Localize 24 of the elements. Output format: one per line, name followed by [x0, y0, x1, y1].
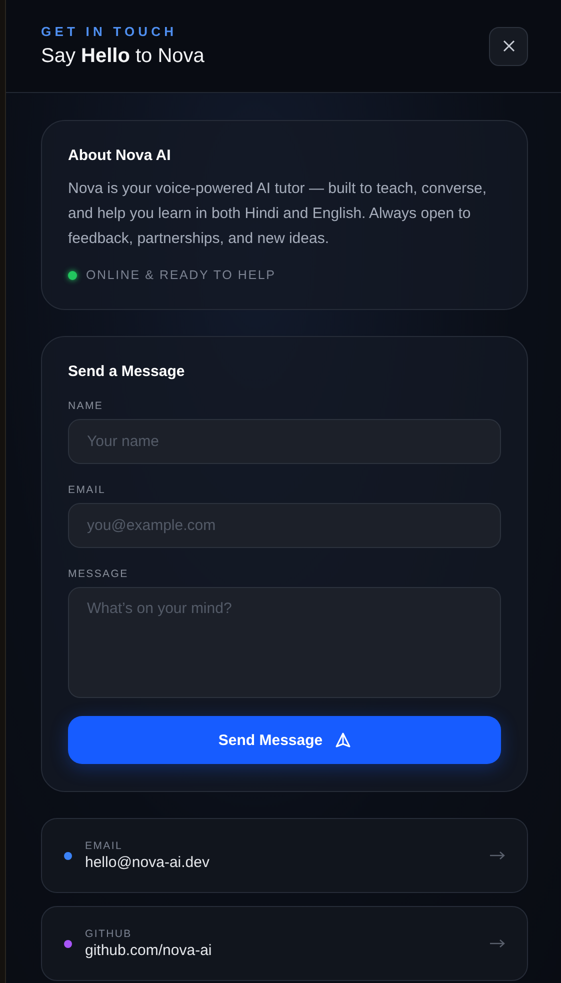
- contact-card[interactable]: EMAIL hello@nova-ai.dev: [41, 818, 528, 893]
- status-text: ONLINE & READY TO HELP: [86, 268, 276, 282]
- input-field[interactable]: you@example.com: [68, 503, 501, 548]
- close-button[interactable]: [489, 26, 528, 66]
- send-icon: [334, 732, 351, 748]
- send-button[interactable]: Send Message: [68, 716, 501, 764]
- dialog-title: Say Hello to Nova: [41, 45, 204, 68]
- contact-value: github.com/nova-ai: [85, 942, 213, 959]
- contact-card[interactable]: GITHUB github.com/nova-ai: [41, 906, 528, 981]
- about-text: Nova is your voice-powered AI tutor — built to teach, converse, and help you learn in both Hindi and English. Always open to feedback, partnerships, and new ideas.: [68, 179, 488, 249]
- field-label: MESSAGE: [68, 568, 130, 580]
- input-field[interactable]: Your name: [68, 419, 501, 464]
- field-label: NAME: [68, 400, 104, 412]
- arrow-icon: [490, 939, 505, 948]
- close-icon: [502, 40, 514, 52]
- eyebrow-label: GET IN TOUCH: [41, 24, 178, 39]
- message-field[interactable]: What’s on your mind?: [68, 587, 501, 698]
- arrow-icon: [490, 851, 505, 860]
- contact-label: EMAIL: [85, 840, 124, 852]
- contact-label: GITHUB: [85, 928, 133, 940]
- field-label: EMAIL: [68, 484, 107, 496]
- card-title: About Nova AI: [68, 147, 172, 164]
- card-title: Send a Message: [68, 363, 186, 380]
- contact-value: hello@nova-ai.dev: [85, 854, 210, 871]
